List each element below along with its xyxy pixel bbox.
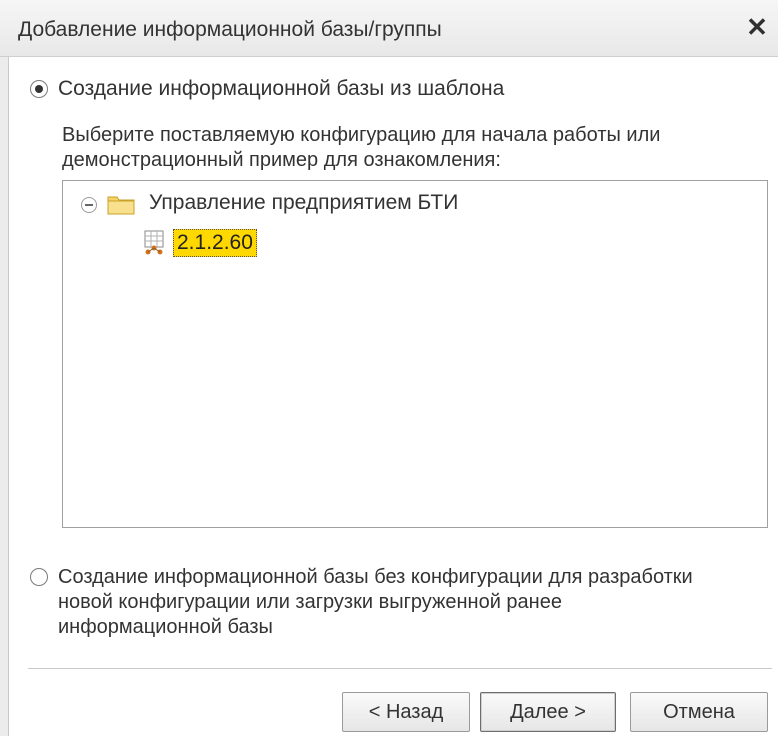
radio-empty-line-2[interactable]: новой конфигурации или загрузки выгружен… <box>58 590 562 614</box>
configuration-icon <box>144 230 164 255</box>
close-icon[interactable]: ✕ <box>742 12 772 42</box>
radio-template[interactable] <box>30 80 48 98</box>
separator <box>28 668 772 669</box>
radio-empty[interactable] <box>30 568 48 586</box>
tree-version-item[interactable]: 2.1.2.60 <box>173 229 257 257</box>
folder-icon <box>107 196 135 215</box>
title-bar[interactable]: Добавление информационной базы/группы ✕ <box>0 0 778 57</box>
dialog-window: Добавление информационной базы/группы ✕ … <box>0 0 778 736</box>
configuration-tree[interactable]: Управление предприятием БТИ 2.1.2.60 <box>62 180 768 528</box>
radio-template-label[interactable]: Создание информационной базы из шаблона <box>58 77 504 101</box>
hint-line-2: демонстрационный пример для ознакомления… <box>62 149 501 171</box>
radio-empty-line-1[interactable]: Создание информационной базы без конфигу… <box>58 565 693 589</box>
window-left-edge <box>0 0 9 736</box>
tree-group-label[interactable]: Управление предприятием БТИ <box>149 191 458 215</box>
next-button[interactable]: Далее > <box>480 692 616 732</box>
cancel-button[interactable]: Отмена <box>630 692 768 732</box>
hint-line-1: Выберите поставляемую конфигурацию для н… <box>62 124 661 146</box>
back-button[interactable]: < Назад <box>342 692 470 732</box>
collapse-icon[interactable] <box>81 197 97 213</box>
radio-empty-line-3[interactable]: информационной базы <box>58 615 273 639</box>
dialog-title: Добавление информационной базы/группы <box>18 18 442 41</box>
